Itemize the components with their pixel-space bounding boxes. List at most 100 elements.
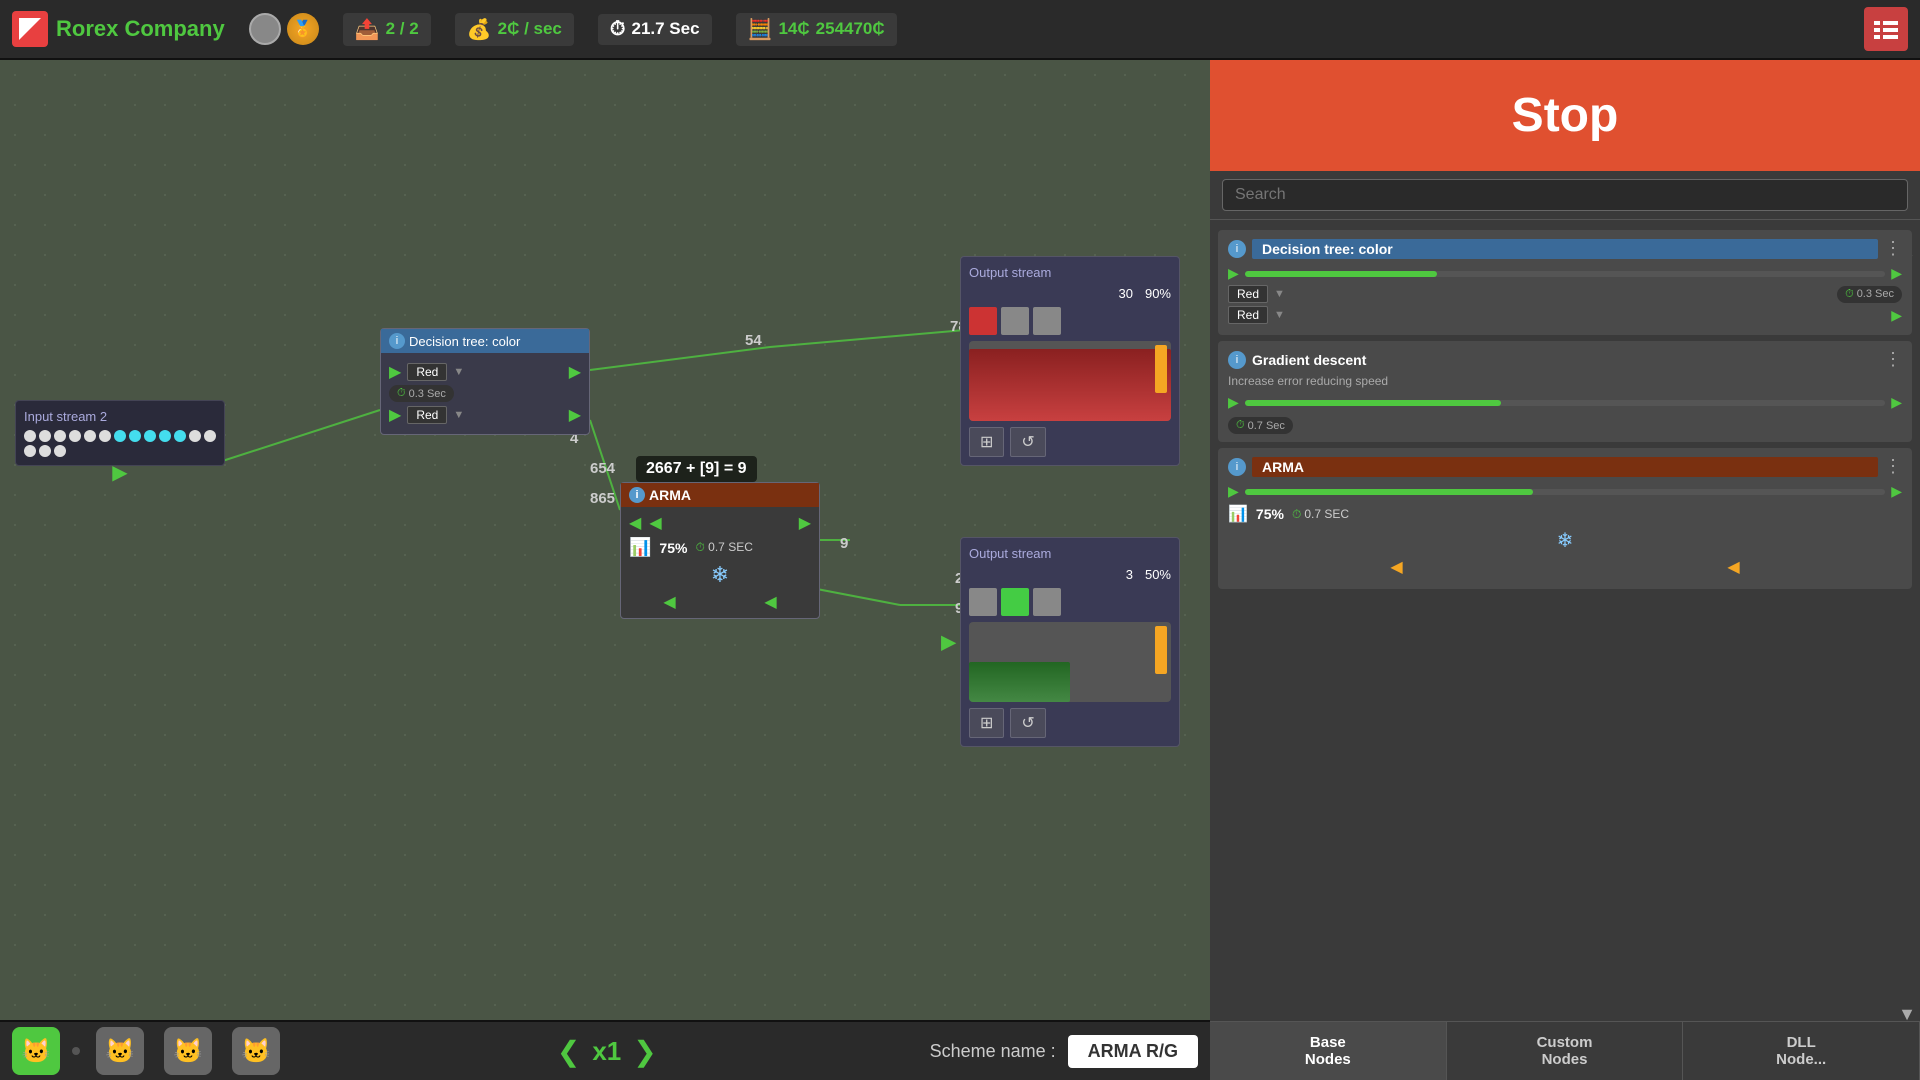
arma-card-stats: 📊 75% ⏱ 0.7 SEC — [1228, 504, 1902, 524]
dt-card-dropdown2[interactable]: ▼ — [1274, 309, 1285, 321]
dt-card-dropdown1[interactable]: ▼ — [1274, 288, 1285, 300]
gd-out-btn[interactable]: ▶ — [1891, 394, 1902, 411]
color-swatch-gray3 — [969, 588, 997, 616]
dot — [114, 430, 126, 442]
arma-snowflake: ❄ — [629, 562, 811, 588]
arma-stats: ◀ ◀ ▶ — [629, 513, 811, 533]
dt-card-slider1[interactable] — [1245, 271, 1885, 277]
arma-input-arrow: ◀ — [629, 513, 641, 533]
dt-play-1[interactable]: ▶ — [389, 362, 401, 382]
canvas-arma-node[interactable]: i ARMA ◀ ◀ ▶ 📊 75% ⏱ 0.7 SEC ❄ — [620, 482, 820, 619]
arma-card-slider[interactable] — [1245, 489, 1885, 495]
dt-card[interactable]: i Decision tree: color ⋮ ▶ ▶ Red ▼ ⏱ 0.3… — [1218, 230, 1912, 335]
cat-avatar-3[interactable]: 🐱 — [232, 1027, 280, 1075]
dot — [24, 430, 36, 442]
company-name: Rorex Company — [56, 16, 225, 42]
bar-chart-icon: 📊 — [629, 537, 651, 558]
input-stream-dots — [24, 430, 216, 457]
canvas-decision-tree-node[interactable]: i Decision tree: color ▶ Red ▼ ▶ ⏱ 0.3 S… — [380, 328, 590, 435]
arma-card-header: i ARMA ⋮ — [1228, 456, 1902, 477]
dot — [24, 445, 36, 457]
speed-icon-arma: ⏱ — [695, 540, 704, 554]
label-654: 654 — [590, 460, 615, 477]
arma-card-tri-left[interactable]: ◀ — [1390, 557, 1402, 577]
arma-card-slider-row: ▶ ▶ — [1228, 483, 1902, 500]
arma-card-pct: 75% — [1256, 506, 1284, 522]
search-input[interactable] — [1222, 179, 1908, 211]
dt-dropdown-2[interactable]: ▼ — [453, 409, 464, 421]
dt-dropdown-1[interactable]: ▼ — [453, 366, 464, 378]
workers-icon: 📤 — [355, 17, 380, 42]
os-top-actions[interactable]: ⊞ ↺ — [969, 427, 1171, 457]
speed-decrease-btn[interactable]: ❮ — [557, 1035, 580, 1068]
os-top-colors — [969, 307, 1171, 335]
speed-value: x1 — [592, 1036, 621, 1067]
output-stream-bottom: Output stream 3 50% ⊞ ↺ ▶ — [960, 537, 1180, 747]
workers-stat: 📤 2 / 2 — [343, 13, 431, 46]
arma-right-arr: ◀ — [764, 592, 776, 612]
dt-play-arrow[interactable]: ▶ — [569, 362, 581, 382]
os-top-layers-btn[interactable]: ⊞ — [969, 427, 1004, 457]
os-bot-play[interactable]: ▶ — [941, 630, 956, 655]
dt-card-more[interactable]: ⋮ — [1884, 238, 1902, 259]
arrow-icon — [19, 18, 41, 40]
dot — [69, 430, 81, 442]
snowflake-icon: ❄ — [711, 562, 729, 588]
label-9b: 9 — [840, 535, 848, 552]
cat-avatar-2[interactable]: 🐱 — [164, 1027, 212, 1075]
dt-card-play1[interactable]: ▶ — [1228, 265, 1239, 282]
speed-icon-gd: ⏱ — [1236, 419, 1245, 432]
status-dot — [72, 1047, 80, 1055]
os-bot-actions[interactable]: ⊞ ↺ — [969, 708, 1171, 738]
tab-dll-nodes[interactable]: DLLNode... — [1683, 1022, 1920, 1080]
arma-pct: 75% — [659, 540, 687, 556]
os-bot-layers-btn[interactable]: ⊞ — [969, 708, 1004, 738]
gd-slider[interactable] — [1245, 400, 1885, 406]
arma-card-tri-right[interactable]: ◀ — [1727, 557, 1739, 577]
gd-card-info: i — [1228, 351, 1246, 369]
arma-card-out[interactable]: ▶ — [1891, 483, 1902, 500]
os-top-refresh-btn[interactable]: ↺ — [1010, 427, 1045, 457]
chart-bar — [969, 349, 1171, 421]
arma-card-title: ARMA — [1252, 457, 1878, 477]
speed-increase-btn[interactable]: ❯ — [633, 1035, 656, 1068]
gd-play-btn[interactable]: ▶ — [1228, 394, 1239, 411]
dt-row-2: ▶ Red ▼ ▶ — [389, 405, 581, 425]
dt-card-speed1: ⏱ 0.3 Sec — [1837, 286, 1902, 303]
dt-card-out2[interactable]: ▶ — [1891, 307, 1902, 324]
dt-card-row2: Red ▼ ▶ — [1228, 306, 1902, 324]
gd-card-more[interactable]: ⋮ — [1884, 349, 1902, 370]
stop-button[interactable]: Stop — [1210, 60, 1920, 171]
scheme-label: Scheme name : — [930, 1041, 1056, 1062]
dot — [54, 445, 66, 457]
os-bot-refresh-btn[interactable]: ↺ — [1010, 708, 1045, 738]
gd-speed-row: ⏱ 0.7 Sec — [1228, 415, 1902, 434]
arma-card-play[interactable]: ▶ — [1228, 483, 1239, 500]
tab-base-nodes[interactable]: BaseNodes — [1210, 1022, 1447, 1080]
canvas-area[interactable]: Input stream 2 ▶ 54 780 654 865 — [0, 60, 1210, 1020]
cat-avatar-1[interactable]: 🐱 — [96, 1027, 144, 1075]
arma-card-more[interactable]: ⋮ — [1884, 456, 1902, 477]
dt-info-badge: i — [389, 333, 405, 349]
tab-custom-nodes[interactable]: CustomNodes — [1447, 1022, 1684, 1080]
dt-node-body: ▶ Red ▼ ▶ ⏱ 0.3 Sec ▶ Red ▼ ▶ — [381, 353, 589, 434]
dt-play-arrow-2[interactable]: ▶ — [569, 405, 581, 425]
arma-card[interactable]: i ARMA ⋮ ▶ ▶ 📊 75% ⏱ 0.7 SEC — [1218, 448, 1912, 589]
logo: Rorex Company — [12, 11, 225, 47]
settings-icon[interactable] — [1864, 7, 1908, 51]
arma-node-header: i ARMA — [621, 483, 819, 507]
dt-play-2[interactable]: ▶ — [389, 405, 401, 425]
gd-card-desc: Increase error reducing speed — [1228, 374, 1902, 388]
dot — [144, 430, 156, 442]
arma-card-snowflake: ❄ — [1228, 528, 1902, 553]
arma-input-arrow2: ◀ — [649, 513, 661, 533]
gd-card[interactable]: i Gradient descent ⋮ Increase error redu… — [1218, 341, 1912, 442]
cat-avatar-green[interactable]: 🐱 — [12, 1027, 60, 1075]
scroll-down-btn[interactable]: ▼ — [1898, 1004, 1916, 1025]
timer-value: 21.7 Sec — [632, 19, 700, 39]
stream-play-btn[interactable]: ▶ — [112, 460, 127, 485]
scheme-name-box[interactable]: ARMA R/G — [1068, 1035, 1198, 1068]
dt-card-out1[interactable]: ▶ — [1891, 265, 1902, 282]
search-box — [1210, 171, 1920, 220]
os-bot-stats: 3 50% — [969, 567, 1171, 582]
